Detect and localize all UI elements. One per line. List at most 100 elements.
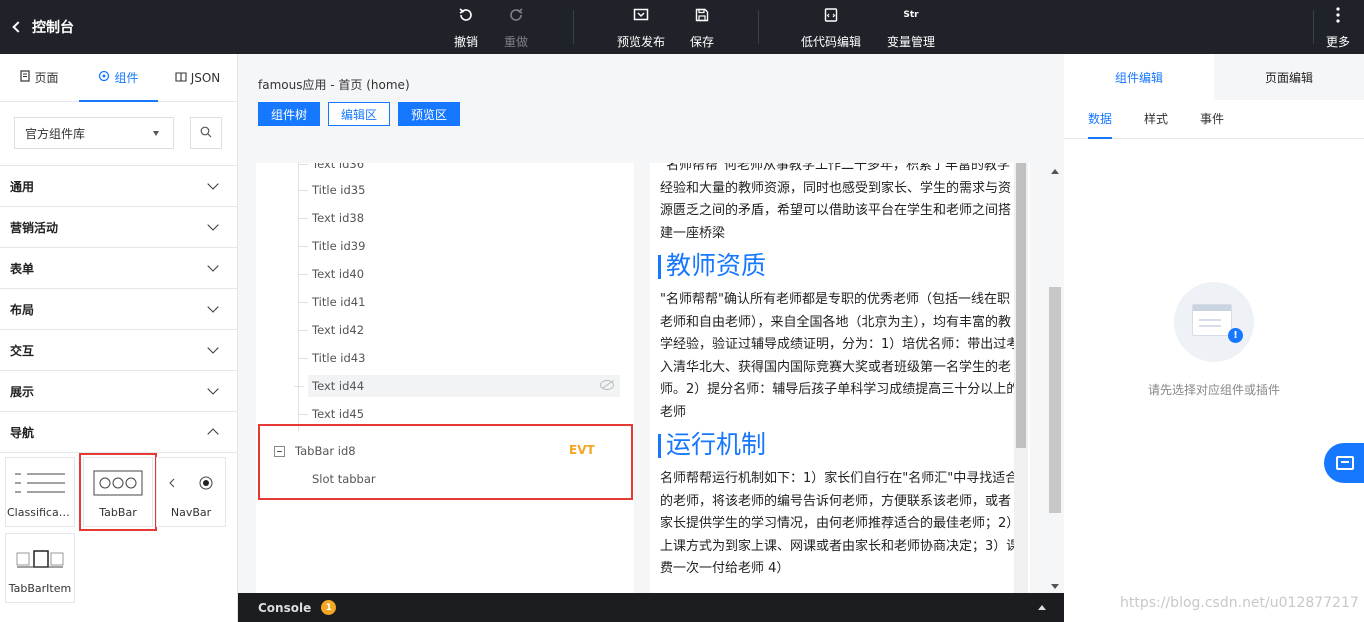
console-bar[interactable]: Console 1 [238, 593, 1064, 622]
category-list: 通用 营销活动 表单 布局 交互 展示 导航 [0, 165, 237, 453]
edit-area-button[interactable]: 编辑区 [328, 102, 391, 126]
tree-node[interactable]: Title id43 [297, 347, 365, 369]
back-label: 控制台 [32, 20, 74, 36]
lowcode-edit-button[interactable]: 低代码编辑 [800, 6, 862, 50]
preview-area: "名师帮帮"何老师从事教学工作二十多年，积累了丰富的教学经验和大量的教师资源，同… [650, 163, 1030, 593]
tree-node-hovered[interactable]: Text id44 [294, 375, 620, 397]
preview-publish-button[interactable]: 预览发布 [615, 6, 667, 50]
console-label: Console [258, 600, 312, 615]
category-layout[interactable]: 布局 [0, 289, 237, 330]
variable-manage-label: 变量管理 [886, 35, 935, 49]
category-display[interactable]: 展示 [0, 371, 237, 412]
preview-paragraph: 名师帮帮运行机制如下：1）家长们自行在"名师汇"中寻找适合的老师，将该老师的编号… [660, 471, 1020, 576]
tree-node[interactable]: Title id35 [297, 179, 365, 201]
scroll-down-icon[interactable] [1051, 584, 1059, 589]
chevron-up-icon [207, 428, 219, 440]
variable-manage-button[interactable]: Str 变量管理 [885, 6, 937, 50]
tab-component-edit[interactable]: 组件编辑 [1064, 54, 1214, 100]
save-button[interactable]: 保存 [688, 6, 716, 50]
tree-node[interactable]: Text id36 [297, 163, 364, 175]
chat-support-button[interactable] [1324, 443, 1364, 483]
component-search-button[interactable] [190, 117, 222, 149]
tab-page-edit[interactable]: 页面编辑 [1214, 54, 1364, 100]
tree-node[interactable]: Title id41 [297, 291, 365, 313]
tab-json[interactable]: JSON [158, 54, 237, 101]
subtab-events[interactable]: 事件 [1200, 100, 1224, 139]
watermark: https://blog.csdn.net/u012877217 [1120, 595, 1359, 611]
save-icon [695, 6, 709, 24]
component-label: Classificat... [7, 506, 73, 519]
empty-state-text: 请先选择对应组件或插件 [1147, 383, 1280, 397]
redo-button[interactable]: 重做 [502, 6, 530, 50]
chevron-down-icon [207, 301, 219, 313]
scrollbar-thumb[interactable] [1049, 287, 1061, 513]
more-button[interactable]: 更多 [1325, 6, 1351, 50]
alert-icon: ! [1228, 328, 1243, 343]
more-label: 更多 [1325, 35, 1350, 49]
json-icon [175, 71, 187, 85]
tree-node[interactable]: Title id39 [297, 235, 365, 257]
component-label: TabBarItem [8, 582, 72, 595]
classification-thumb-icon [12, 468, 68, 498]
preview-heading: 运行机制 [650, 428, 1030, 462]
undo-label: 撤销 [453, 35, 478, 49]
workspace-scrollbar[interactable] [1046, 163, 1064, 593]
category-general[interactable]: 通用 [0, 166, 237, 207]
category-label: 营销活动 [10, 220, 59, 235]
property-subtabs: 数据 样式 事件 [1064, 100, 1364, 139]
navbar-thumb-icon [163, 468, 219, 498]
property-panel: 组件编辑 页面编辑 数据 样式 事件 ! 请先选择对应组件或插件 [1064, 54, 1364, 622]
scrollbar-thumb[interactable] [1016, 163, 1026, 448]
undo-icon [458, 6, 474, 24]
save-label: 保存 [689, 35, 714, 49]
property-tabs: 组件编辑 页面编辑 [1064, 54, 1364, 100]
component-library-select[interactable]: 官方组件库 [14, 117, 174, 149]
scroll-up-icon[interactable] [1051, 169, 1059, 174]
component-navbar[interactable]: NavBar [156, 457, 226, 527]
category-label: 布局 [10, 302, 35, 317]
component-tabbaritem[interactable]: TabBarItem [5, 533, 75, 603]
string-variable-icon: Str [903, 10, 919, 20]
search-icon [200, 126, 212, 141]
category-navigation[interactable]: 导航 [0, 412, 237, 453]
component-tabbar[interactable]: TabBar [79, 453, 157, 531]
tree-guide-line [298, 163, 299, 431]
caret-down-icon [153, 131, 159, 136]
tree-node[interactable]: Text id38 [297, 207, 364, 229]
category-form[interactable]: 表单 [0, 248, 237, 289]
subtab-style[interactable]: 样式 [1144, 100, 1168, 139]
expand-up-icon[interactable] [1038, 605, 1046, 610]
component-label: NavBar [170, 506, 212, 519]
category-label: 表单 [10, 261, 35, 276]
hide-eye-icon[interactable] [600, 380, 614, 390]
component-tree-button[interactable]: 组件树 [258, 102, 321, 126]
chat-icon [1336, 456, 1354, 470]
tab-components[interactable]: 组件 [79, 54, 158, 102]
category-marketing[interactable]: 营销活动 [0, 207, 237, 248]
back-to-console[interactable]: 控制台 [12, 17, 74, 37]
tree-node[interactable]: Text id42 [297, 319, 364, 341]
preview-scrollbar[interactable] [1014, 163, 1028, 593]
toolbar-divider [1313, 10, 1314, 44]
component-panel: 页面 组件 JSON 官方组件库 通用 营销活动 表单 布局 交互 展示 导航 [0, 54, 238, 622]
tree-node[interactable]: Text id45 [297, 403, 364, 425]
tabbar-thumb-icon [90, 468, 146, 498]
component-classification[interactable]: Classificat... [5, 457, 75, 527]
preview-area-button[interactable]: 预览区 [398, 102, 461, 126]
empty-state-illustration-icon: ! [1174, 282, 1254, 362]
tab-json-label: JSON [190, 70, 221, 85]
chevron-down-icon [207, 219, 219, 231]
category-label: 展示 [10, 384, 35, 399]
redo-icon [508, 6, 524, 24]
category-label: 通用 [10, 179, 35, 194]
tab-page[interactable]: 页面 [0, 54, 79, 101]
category-interaction[interactable]: 交互 [0, 330, 237, 371]
subtab-data[interactable]: 数据 [1088, 100, 1113, 139]
undo-button[interactable]: 撤销 [452, 6, 480, 50]
preview-heading: 教师资质 [650, 249, 1030, 283]
page-icon [20, 70, 31, 85]
editor-workspace: famous应用 - 首页 (home) 组件树 编辑区 预览区 Text id… [238, 54, 1064, 622]
tree-node[interactable]: Text id40 [297, 263, 364, 285]
empty-card-icon [1192, 304, 1232, 336]
chevron-down-icon [207, 383, 219, 395]
